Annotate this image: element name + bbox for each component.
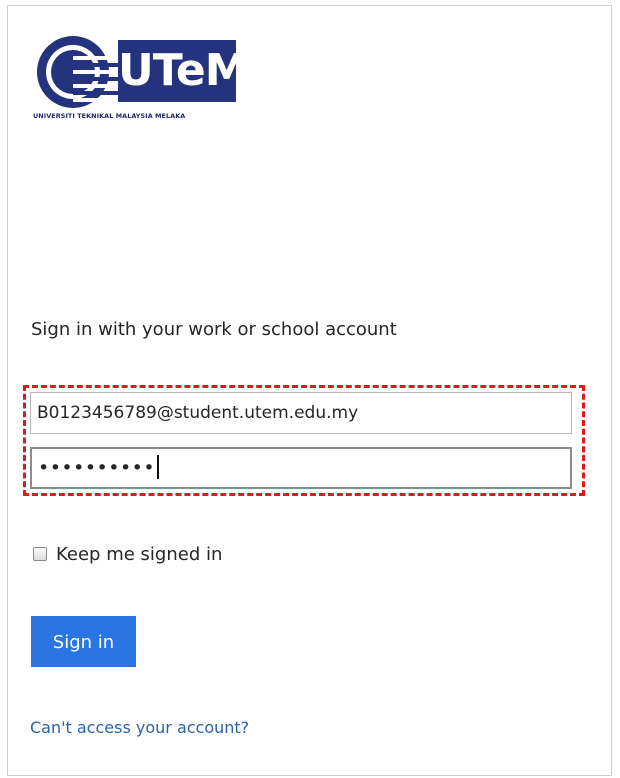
logo-wordmark: UTeM	[118, 40, 249, 102]
text-caret	[157, 454, 160, 479]
password-mask: ••••••••••	[38, 457, 156, 479]
keep-signed-in-row[interactable]: Keep me signed in	[33, 542, 222, 566]
signin-heading: Sign in with your work or school account	[31, 319, 397, 340]
signin-button[interactable]: Sign in	[31, 616, 136, 667]
password-field[interactable]: ••••••••••	[30, 447, 572, 489]
email-field[interactable]: B0123456789@student.utem.edu.my	[30, 392, 572, 434]
university-logo: UTeM UNIVERSITI TEKNIKAL MALAYSIA MELAKA	[33, 30, 249, 125]
cant-access-account-link[interactable]: Can't access your account?	[30, 718, 249, 737]
logo-caption: UNIVERSITI TEKNIKAL MALAYSIA MELAKA	[33, 112, 186, 120]
email-value: B0123456789@student.utem.edu.my	[37, 403, 359, 423]
keep-signed-in-label[interactable]: Keep me signed in	[56, 544, 222, 565]
keep-signed-in-checkbox[interactable]	[33, 547, 47, 561]
